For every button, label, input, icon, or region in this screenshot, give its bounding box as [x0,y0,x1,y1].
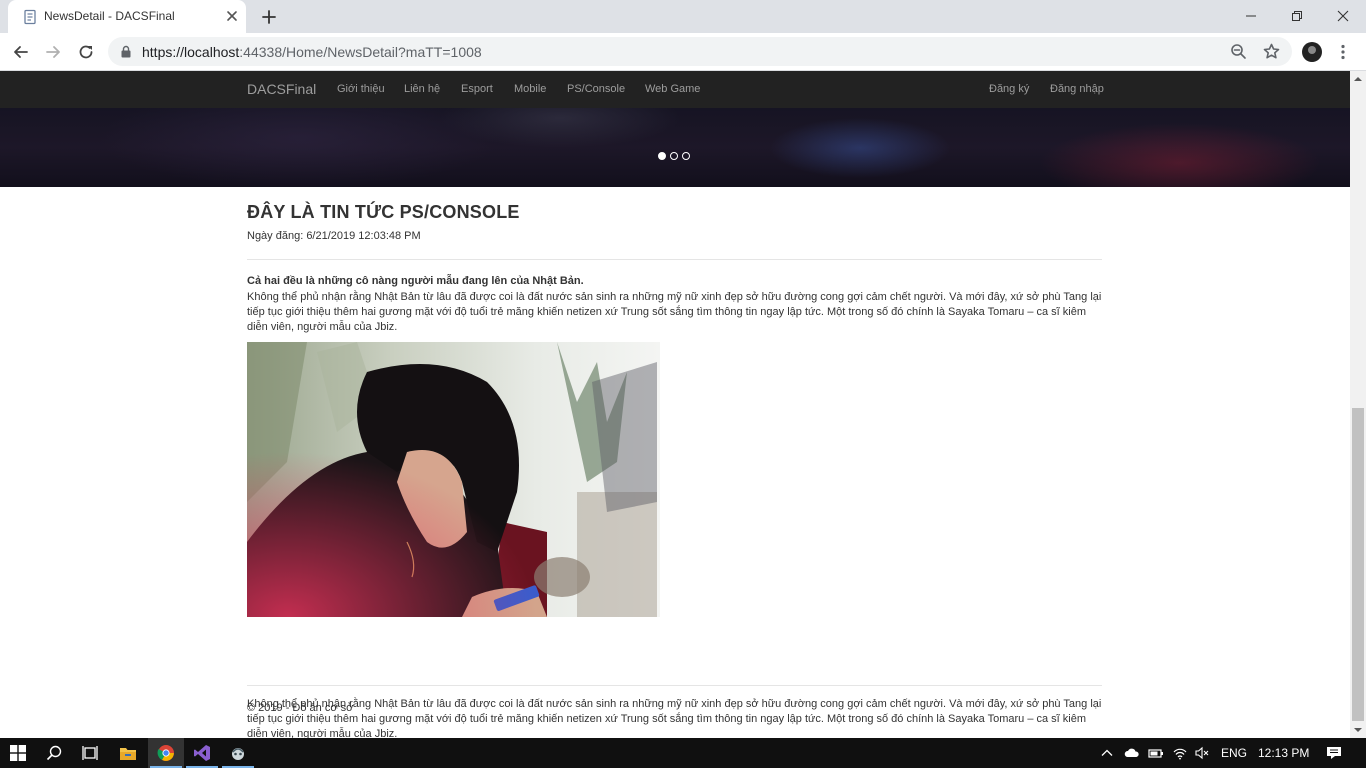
footer-copyright: © 2019 - Đồ án cơ sở [247,702,354,714]
nav-link-lien-he[interactable]: Liên hệ [404,83,440,95]
nav-link-gioi-thieu[interactable]: Giới thiệu [337,83,385,95]
app-taskbar-button[interactable] [220,738,256,768]
close-tab-icon[interactable] [226,10,238,22]
task-view-icon [82,746,98,760]
zoom-icon[interactable] [1230,43,1247,60]
minimize-icon [1246,15,1256,17]
scroll-down-arrow-icon[interactable] [1354,726,1362,734]
onedrive-cloud-icon[interactable] [1124,746,1140,760]
visual-studio-icon [194,745,210,761]
forward-arrow-icon[interactable] [44,43,62,61]
new-tab-icon[interactable] [261,9,277,25]
volume-muted-icon[interactable] [1195,746,1209,760]
article-lead: Cả hai đều là những cô nàng người mẫu đa… [247,275,584,287]
language-indicator[interactable]: ENG [1221,746,1247,760]
menu-dots-icon[interactable] [1335,43,1351,61]
bookmark-star-icon[interactable] [1263,43,1280,60]
start-button[interactable] [0,738,36,768]
chevron-up-icon[interactable] [1100,746,1114,760]
windows-logo-icon [10,745,26,761]
chrome-icon [157,745,174,761]
browser-tab[interactable]: NewsDetail - DACSFinal [8,0,246,33]
battery-icon[interactable] [1148,746,1164,760]
article-paragraph-2: Không thể phủ nhận rằng Nhật Bản từ lâu … [247,698,1102,738]
tab-strip: NewsDetail - DACSFinal [0,0,1366,33]
nav-link-mobile[interactable]: Mobile [514,83,546,95]
carousel-indicator-3[interactable] [682,152,690,160]
scrollbar-thumb[interactable] [1352,408,1364,721]
article-paragraph-1: Không thể phủ nhận rằng Nhật Bản từ lâu … [247,291,1102,333]
footer-divider [247,685,1102,686]
vertical-scrollbar[interactable] [1350,71,1366,738]
banner-carousel [0,108,1350,187]
article-title: ĐÂY LÀ TIN TỨC PS/CONSOLE [247,202,520,222]
url-text: https://localhost:44338/Home/NewsDetail?… [142,44,482,60]
site-navbar: DACSFinal Giới thiệu Liên hệ Esport Mobi… [0,71,1350,108]
login-link[interactable]: Đăng nhập [1050,83,1104,95]
divider [247,259,1102,260]
chrome-taskbar-button[interactable] [148,738,184,768]
search-button[interactable] [36,738,72,768]
folder-icon [120,747,136,760]
windows-taskbar: ENG 12:13 PM [0,738,1366,768]
restore-button[interactable] [1274,0,1320,32]
url-path: :44338/Home/NewsDetail?maTT=1008 [239,44,482,60]
browser-toolbar: https://localhost:44338/Home/NewsDetail?… [0,33,1366,71]
url-host: https://localhost [142,44,240,60]
close-window-button[interactable] [1320,0,1366,32]
notifications-icon[interactable] [1326,746,1342,760]
scroll-up-arrow-icon[interactable] [1354,75,1362,83]
app-icon [232,748,244,760]
document-icon [24,9,36,25]
minimize-button[interactable] [1228,0,1274,32]
visual-studio-button[interactable] [184,738,220,768]
article-photo [247,342,660,617]
file-explorer-button[interactable] [110,738,146,768]
nav-link-esport[interactable]: Esport [461,83,493,95]
tab-title: NewsDetail - DACSFinal [44,9,175,23]
carousel-indicator-2[interactable] [670,152,678,160]
nav-link-ps-console[interactable]: PS/Console [567,83,625,95]
close-icon [1337,10,1349,22]
back-arrow-icon[interactable] [12,43,30,61]
page-viewport: DACSFinal Giới thiệu Liên hệ Esport Mobi… [0,71,1350,738]
restore-icon [1292,11,1302,21]
wifi-icon[interactable] [1173,746,1187,760]
carousel-indicator-1[interactable] [658,152,666,160]
profile-avatar[interactable] [1302,42,1322,62]
reload-icon[interactable] [77,43,95,61]
post-date: Ngày đăng: 6/21/2019 12:03:48 PM [247,230,421,242]
nav-link-web-game[interactable]: Web Game [645,83,700,95]
lock-icon[interactable] [120,45,132,58]
task-view-button[interactable] [72,738,108,768]
brand-link[interactable]: DACSFinal [247,81,316,97]
search-icon [46,745,62,761]
address-bar[interactable]: https://localhost:44338/Home/NewsDetail?… [108,37,1292,66]
register-link[interactable]: Đăng ký [989,83,1029,95]
clock[interactable]: 12:13 PM [1258,746,1309,760]
